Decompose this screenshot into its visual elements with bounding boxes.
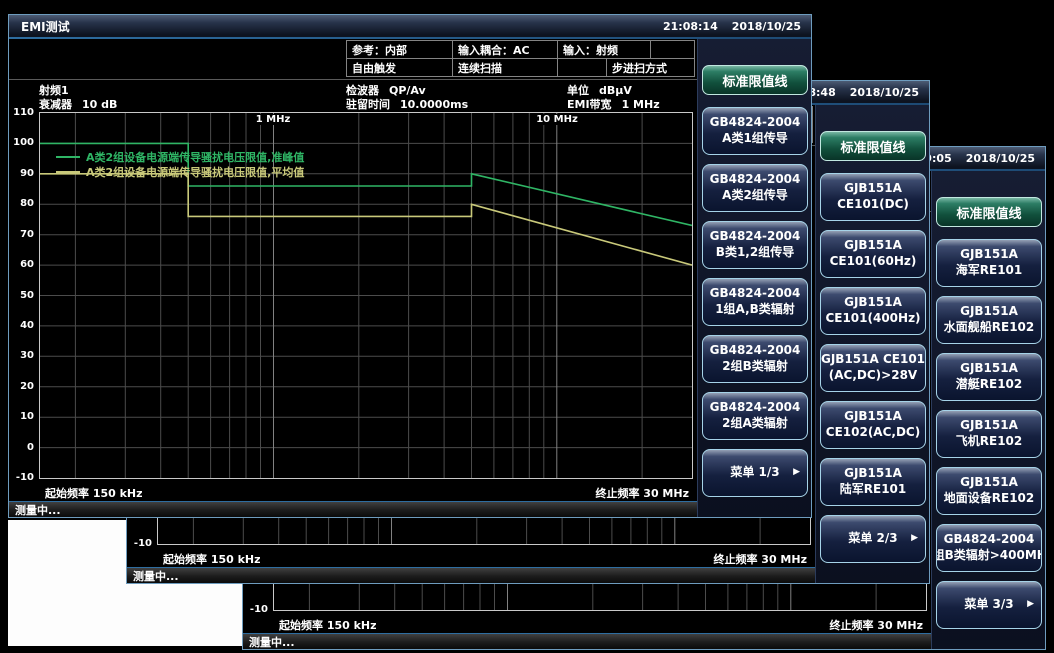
status-input-coupling: 输入耦合：AC	[452, 40, 558, 59]
date-text: 2018/10/25	[732, 20, 801, 33]
menu-page-button[interactable]: 菜单 2/3▶	[820, 515, 926, 563]
measuring-text: 测量中...	[249, 634, 295, 650]
legend-entry: A类2组设备电源端传导骚扰电压限值,平均值	[56, 164, 304, 179]
x-axis-labels: 起始频率 150 kHz 终止频率 30 MHz	[157, 551, 809, 567]
y-tick-label: 20	[6, 381, 34, 392]
softkey-standard-6[interactable]: GB4824-20042组A类辐射	[702, 392, 808, 440]
status-empty-cell	[557, 58, 607, 77]
time-text: 21:08:14	[663, 20, 718, 33]
detector-readout: 检波器QP/Av	[346, 84, 468, 98]
status-trigger: 自由触发	[346, 58, 453, 77]
measuring-status-bar: 测量中...	[127, 567, 815, 583]
y-tick-label: 110	[6, 107, 34, 118]
y-tick-label: 80	[6, 198, 34, 209]
softkey-menu: 标准限值线 GJB151ACE101(DC) GJB151ACE101(60Hz…	[815, 105, 929, 583]
softkey-standard-6[interactable]: GB4824-20042组B类辐射>400MHz	[936, 524, 1042, 572]
limit-line-menu-title: 标准限值线	[702, 65, 808, 95]
softkey-standard-4[interactable]: GJB151A CE101(AC,DC)>28V	[820, 344, 926, 392]
measurement-area: 参考：内部 输入耦合：AC 输入：射频 自由触发 连续扫描 步进扫方式 射频1	[9, 39, 697, 517]
softkey-standard-1[interactable]: GB4824-2004A类1组传导	[702, 107, 808, 155]
y-tick-label: 50	[6, 290, 34, 301]
softkey-standard-1[interactable]: GJB151A海军RE101	[936, 239, 1042, 287]
stop-frequency-label: 终止频率 30 MHz	[713, 551, 807, 567]
measuring-text: 测量中...	[133, 568, 179, 584]
status-row: 参考：内部 输入耦合：AC 输入：射频 自由触发 连续扫描 步进扫方式	[9, 39, 697, 80]
date-text: 2018/10/25	[966, 152, 1035, 165]
legend-line-swatch	[56, 171, 80, 173]
instrument-window-1: EMI测试 21:08:14 2018/10/25 参考：内部 输入耦合：AC 输…	[8, 14, 812, 518]
y-axis-labels: 1101009080706050403020100-10	[9, 112, 37, 481]
spectrum-plot: 1 MHz 10 MHz A类2组设备电源端传导骚扰电压限值,准峰值A类2组设备电源…	[39, 112, 693, 479]
arrow-right-icon: ▶	[793, 467, 800, 479]
start-frequency-label: 起始频率 150 kHz	[163, 551, 261, 567]
softkey-standard-5[interactable]: GJB151ACE102(AC,DC)	[820, 401, 926, 449]
legend-entry: A类2组设备电源端传导骚扰电压限值,准峰值	[56, 149, 304, 164]
stop-frequency-label: 终止频率 30 MHz	[595, 485, 689, 501]
status-table: 参考：内部 输入耦合：AC 输入：射频 自由触发 连续扫描 步进扫方式	[346, 41, 695, 77]
menu-page-button[interactable]: 菜单 1/3▶	[702, 449, 808, 497]
softkey-standard-3[interactable]: GB4824-2004B类1,2组传导	[702, 221, 808, 269]
status-sweep-mode: 步进扫方式	[606, 58, 695, 77]
status-sweep: 连续扫描	[452, 58, 558, 77]
softkey-standard-1[interactable]: GJB151ACE101(DC)	[820, 173, 926, 221]
decade-frequency-label: 1 MHz	[253, 114, 294, 125]
x-axis-labels: 起始频率 150 kHz 终止频率 30 MHz	[273, 617, 925, 633]
measuring-status-bar: 测量中...	[9, 501, 697, 517]
softkey-menu: 标准限值线 GB4824-2004A类1组传导 GB4824-2004A类2组传…	[697, 39, 811, 517]
softkey-standard-4[interactable]: GJB151A飞机RE102	[936, 410, 1042, 458]
softkey-standard-3[interactable]: GJB151A潜艇RE102	[936, 353, 1042, 401]
y-tick-label: -10	[240, 604, 268, 615]
status-empty-cell	[650, 40, 695, 59]
stop-frequency-label: 终止频率 30 MHz	[829, 617, 923, 633]
y-tick-label: 30	[6, 350, 34, 361]
chart-header: 射频1 衰减器10 dB 检波器QP/Av 驻留时间10.0000ms 单位dB…	[9, 84, 697, 112]
date-text: 2018/10/25	[850, 86, 919, 99]
window-titlebar: EMI测试 21:08:14 2018/10/25	[9, 15, 811, 37]
status-input: 输入：射频	[557, 40, 651, 59]
y-tick-label: 90	[6, 168, 34, 179]
arrow-right-icon: ▶	[911, 533, 918, 545]
dwell-time-readout: 驻留时间10.0000ms	[346, 98, 468, 112]
softkey-standard-2[interactable]: GJB151ACE101(60Hz)	[820, 230, 926, 278]
clock: 21:08:14 2018/10/25	[663, 20, 801, 33]
y-tick-label: 100	[6, 137, 34, 148]
limit-line-menu-title: 标准限值线	[936, 197, 1042, 227]
arrow-right-icon: ▶	[1027, 599, 1034, 611]
start-frequency-label: 起始频率 150 kHz	[45, 485, 143, 501]
x-axis-labels: 起始频率 150 kHz 终止频率 30 MHz	[39, 485, 691, 501]
attenuator-readout: 衰减器10 dB	[39, 98, 117, 112]
limit-line-menu-title: 标准限值线	[820, 131, 926, 161]
softkey-menu: 标准限值线 GJB151A海军RE101 GJB151A水面舰船RE102 GJ…	[931, 171, 1045, 649]
softkey-standard-6[interactable]: GJB151A陆军RE101	[820, 458, 926, 506]
status-reference: 参考：内部	[346, 40, 453, 59]
softkey-standard-2[interactable]: GJB151A水面舰船RE102	[936, 296, 1042, 344]
measuring-text: 测量中...	[15, 502, 61, 518]
limit-line-legend: A类2组设备电源端传导骚扰电压限值,准峰值A类2组设备电源端传导骚扰电压限值,平…	[56, 149, 304, 179]
softkey-standard-5[interactable]: GJB151A地面设备RE102	[936, 467, 1042, 515]
y-tick-label: 0	[6, 442, 34, 453]
y-tick-label: 40	[6, 320, 34, 331]
softkey-standard-2[interactable]: GB4824-2004A类2组传导	[702, 164, 808, 212]
start-frequency-label: 起始频率 150 kHz	[279, 617, 377, 633]
y-tick-label: 10	[6, 411, 34, 422]
softkey-standard-5[interactable]: GB4824-20042组B类辐射	[702, 335, 808, 383]
unit-readout: 单位dBμV	[567, 84, 660, 98]
emi-bandwidth-readout: EMI带宽1 MHz	[567, 98, 660, 112]
measuring-status-bar: 测量中...	[243, 633, 931, 649]
y-tick-label: -10	[124, 538, 152, 549]
screen: EMI测试 21:08:14 2018/10/25 参考：内部 输入耦合：AC 输…	[0, 0, 1054, 653]
menu-page-button[interactable]: 菜单 3/3▶	[936, 581, 1042, 629]
rf-label: 射频1	[39, 84, 117, 98]
legend-line-swatch	[56, 156, 80, 158]
decade-frequency-label: 10 MHz	[533, 114, 581, 125]
y-tick-label: 60	[6, 259, 34, 270]
y-tick-label: 70	[6, 229, 34, 240]
softkey-standard-4[interactable]: GB4824-20041组A,B类辐射	[702, 278, 808, 326]
softkey-standard-3[interactable]: GJB151ACE101(400Hz)	[820, 287, 926, 335]
window-title: EMI测试	[21, 18, 70, 35]
y-tick-label: -10	[6, 472, 34, 483]
